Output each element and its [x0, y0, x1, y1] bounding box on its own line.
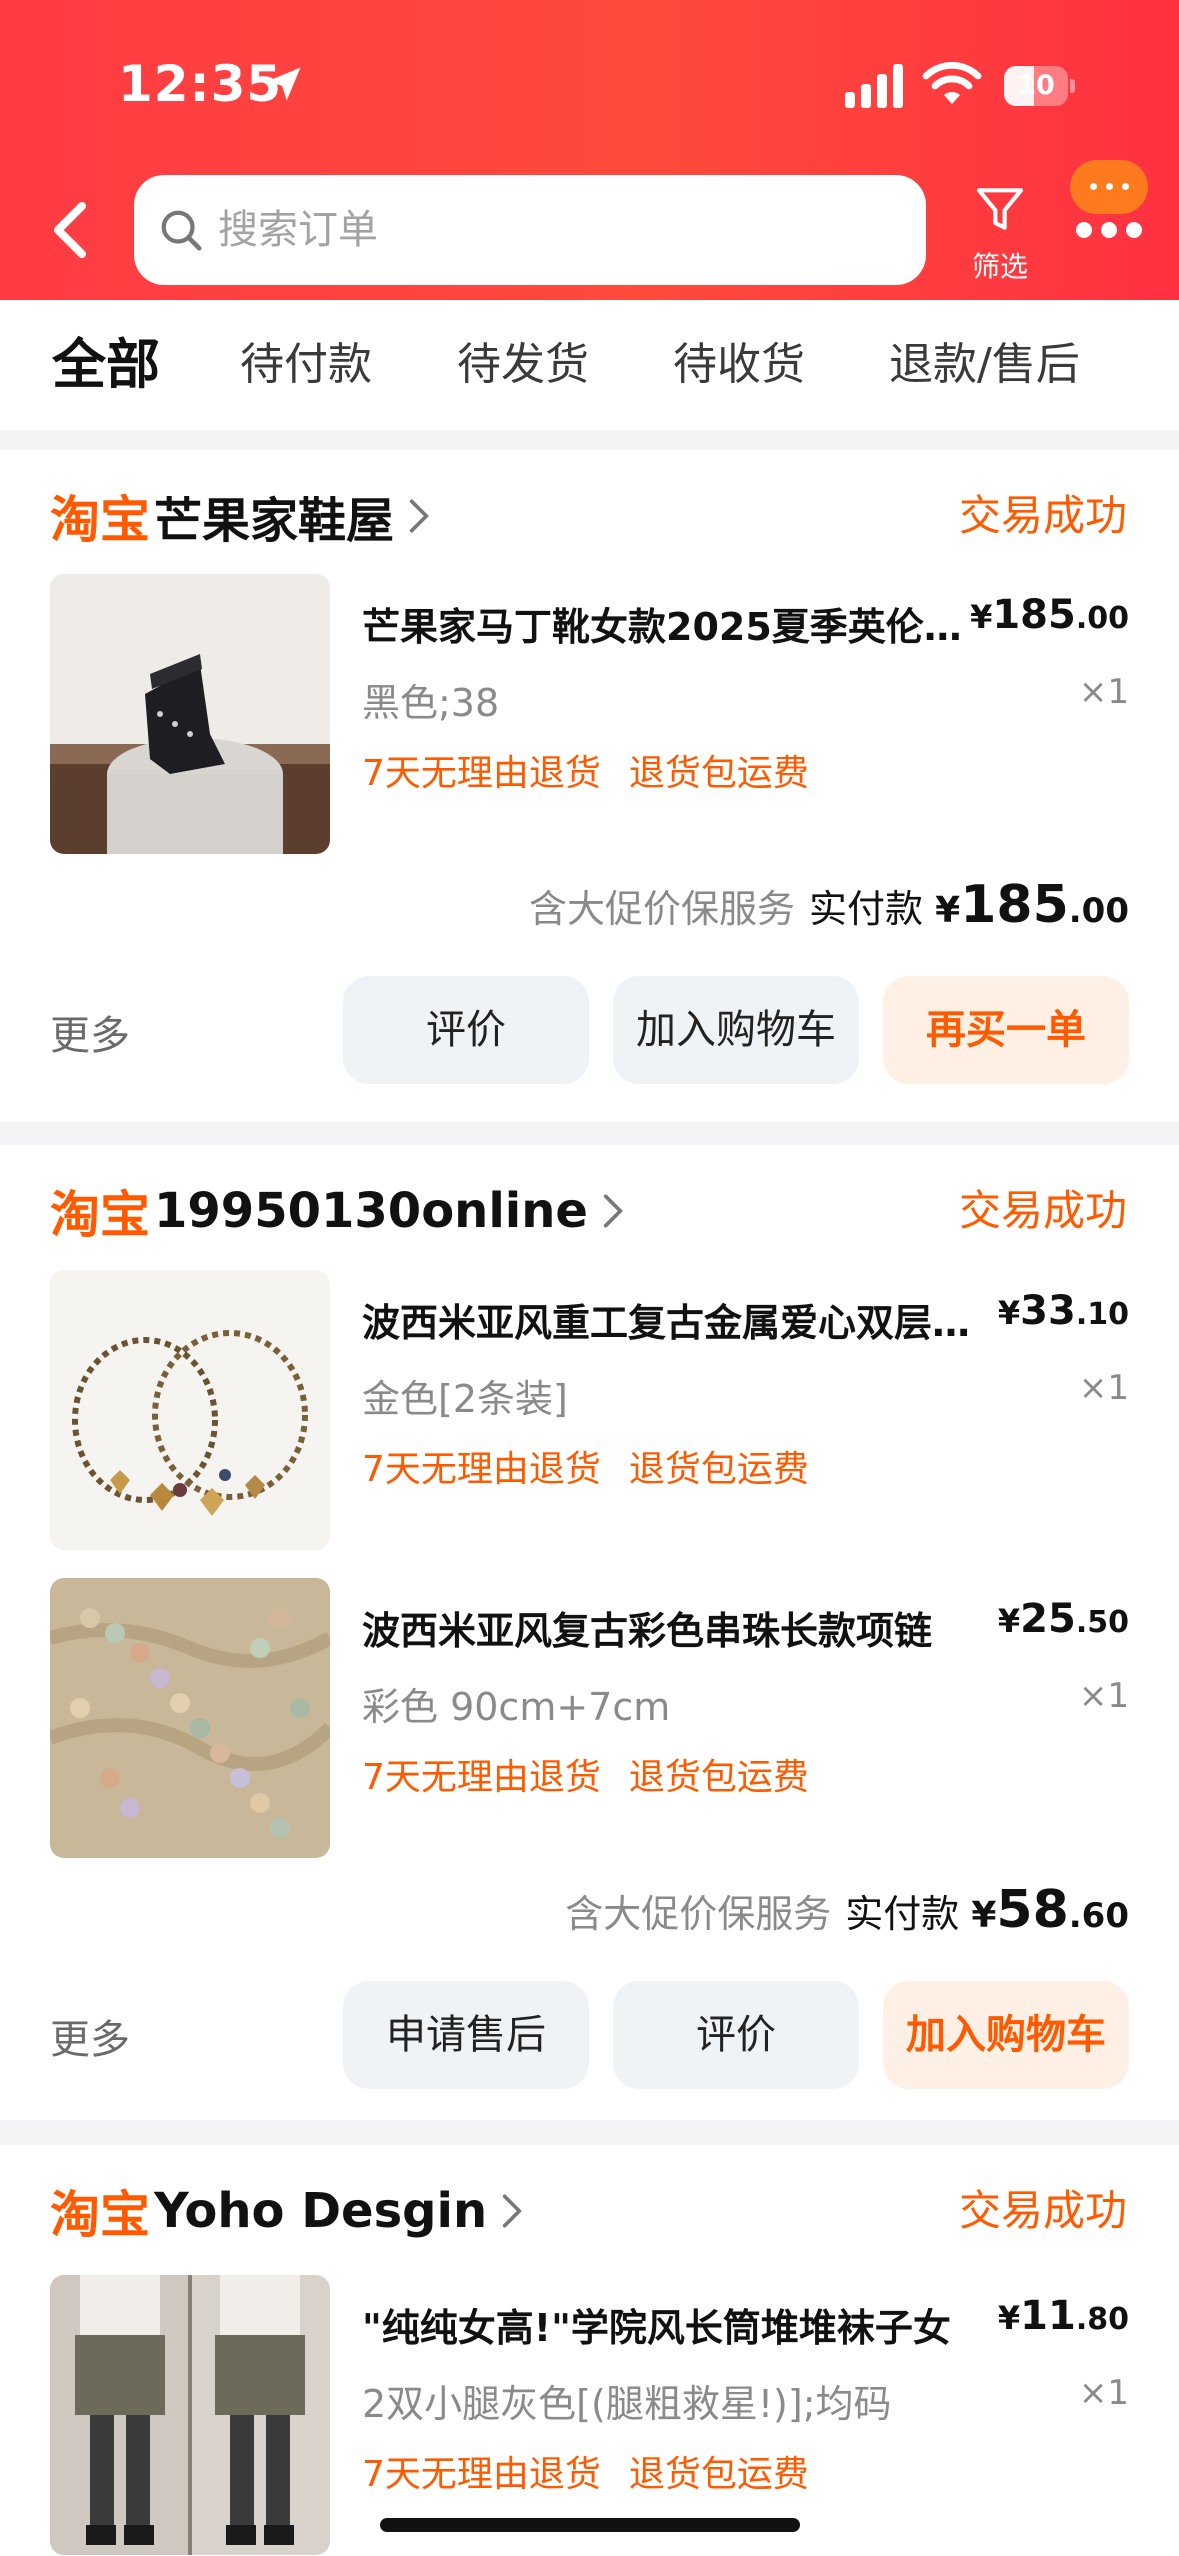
search-box[interactable]: 搜索订单 [134, 175, 926, 285]
taobao-logo: 淘宝 [50, 2186, 150, 2244]
order-item[interactable]: 波西米亚风重工复古金属爱心双层项链 ¥33.10 金色[2条装] ×1 7天无理… [0, 1270, 1179, 1555]
chevron-right-icon [409, 499, 429, 533]
cellular-signal-icon [845, 64, 903, 108]
shop-header[interactable]: 淘宝19950130online [50, 1175, 624, 1245]
tab-all[interactable]: 全部 [52, 300, 160, 430]
chevron-right-icon [603, 1194, 623, 1228]
order-card: 淘宝芒果家鞋屋 交易成功 芒果家马丁靴女款2025夏季英伦风复古 ¥185.00… [0, 450, 1179, 1122]
product-price: ¥185.00 [970, 592, 1129, 638]
wifi-icon [922, 61, 982, 104]
shop-header[interactable]: 淘宝Yoho Desgin [50, 2175, 523, 2245]
paid-label: 实付款 [809, 887, 924, 931]
product-price: ¥33.10 [997, 1288, 1129, 1334]
product-quantity: ×1 [1078, 672, 1129, 712]
product-quantity: ×1 [1078, 1368, 1129, 1408]
battery-level: 10 [1017, 70, 1055, 101]
shop-name: 19950130online [154, 1183, 588, 1239]
filter-button[interactable]: 筛选 [960, 175, 1040, 285]
product-spec: 2双小腿灰色[(腿粗救星!)];均码 [362, 2382, 892, 2426]
order-card: 淘宝19950130online 交易成功 波西米亚风重工复古金属爱心双层项链 … [0, 1145, 1179, 2120]
order-item[interactable]: "纯纯女高!"学院风长筒堆堆袜子女 ¥11.80 2双小腿灰色[(腿粗救星!)]… [0, 2275, 1179, 2556]
return-policy-tag: 7天无理由退货 [362, 2454, 601, 2495]
funnel-icon [976, 188, 1024, 230]
product-spec: 金色[2条装] [362, 1377, 568, 1421]
back-arrow-icon[interactable] [48, 200, 92, 260]
product-price: ¥25.50 [997, 1596, 1129, 1642]
product-quantity: ×1 [1078, 1676, 1129, 1716]
home-indicator[interactable] [380, 2518, 800, 2532]
order-item[interactable]: 波西米亚风复古彩色串珠长款项链 ¥25.50 彩色 90cm+7cm ×1 7天… [0, 1578, 1179, 1863]
service-tags: 7天无理由退货 退货包运费 [362, 744, 837, 796]
paid-amount: ¥185.00 [935, 875, 1129, 935]
free-return-shipping-tag: 退货包运费 [628, 1757, 809, 1798]
request-aftersale-button[interactable]: 申请售后 [343, 1981, 589, 2089]
product-thumbnail[interactable] [50, 1578, 330, 1858]
search-icon [161, 210, 202, 251]
product-quantity: ×1 [1078, 2373, 1129, 2413]
paid-label: 实付款 [845, 1892, 960, 1936]
order-card: 淘宝Yoho Desgin 交易成功 "纯纯女高!"学院风长筒堆堆袜子女 ¥11… [0, 2145, 1179, 2556]
tab-pending-shipment[interactable]: 待发货 [457, 300, 589, 430]
shop-name: 芒果家鞋屋 [154, 493, 395, 549]
product-title: 波西米亚风重工复古金属爱心双层项链 [362, 1301, 972, 1345]
paid-amount: ¥58.60 [971, 1880, 1129, 1940]
price-protection-label: 含大促价保服务 [529, 887, 796, 931]
more-menu-button[interactable] [1062, 160, 1152, 250]
return-policy-tag: 7天无理由退货 [362, 1449, 601, 1490]
status-time: 12:35 [118, 55, 283, 113]
order-total: 含大促价保服务 实付款 ¥58.60 [565, 1880, 1129, 1940]
buy-again-button[interactable]: 再买一单 [883, 976, 1129, 1084]
product-thumbnail[interactable] [50, 1270, 330, 1550]
order-tabs: 全部 待付款 待发货 待收货 退款/售后 [0, 300, 1179, 430]
free-return-shipping-tag: 退货包运费 [628, 2454, 809, 2495]
add-to-cart-button[interactable]: 加入购物车 [613, 976, 859, 1084]
product-price: ¥11.80 [997, 2293, 1129, 2339]
location-arrow-icon [267, 67, 301, 101]
product-thumbnail[interactable] [50, 2275, 330, 2555]
order-total: 含大促价保服务 实付款 ¥185.00 [529, 875, 1129, 935]
order-status: 交易成功 [958, 2186, 1127, 2235]
return-policy-tag: 7天无理由退货 [362, 1757, 601, 1798]
taobao-logo: 淘宝 [50, 491, 150, 549]
order-status: 交易成功 [958, 1186, 1127, 1235]
product-spec: 黑色;38 [362, 681, 500, 725]
add-to-cart-button[interactable]: 加入购物车 [883, 1981, 1129, 2089]
product-title: 波西米亚风复古彩色串珠长款项链 [362, 1609, 933, 1653]
more-dots-icon [1076, 222, 1142, 240]
product-title: 芒果家马丁靴女款2025夏季英伦风复古 [362, 605, 972, 649]
product-title: "纯纯女高!"学院风长筒堆堆袜子女 [362, 2306, 951, 2350]
review-button[interactable]: 评价 [613, 1981, 859, 2089]
product-thumbnail[interactable] [50, 574, 330, 854]
order-item[interactable]: 芒果家马丁靴女款2025夏季英伦风复古 ¥185.00 黑色;38 ×1 7天无… [0, 574, 1179, 859]
product-spec: 彩色 90cm+7cm [362, 1685, 671, 1729]
service-tags: 7天无理由退货 退货包运费 [362, 1748, 837, 1800]
service-tags: 7天无理由退货 退货包运费 [362, 1440, 837, 1492]
more-link[interactable]: 更多 [50, 2007, 130, 2065]
free-return-shipping-tag: 退货包运费 [628, 753, 809, 794]
chevron-right-icon [502, 2194, 523, 2228]
battery-icon: 10 [1004, 64, 1076, 108]
status-bar: 12:35 10 [0, 0, 1179, 170]
tab-pending-payment[interactable]: 待付款 [240, 300, 372, 430]
shop-header[interactable]: 淘宝芒果家鞋屋 [50, 480, 430, 550]
review-button[interactable]: 评价 [343, 976, 589, 1084]
service-tags: 7天无理由退货 退货包运费 [362, 2445, 837, 2497]
filter-label: 筛选 [971, 250, 1028, 283]
message-bubble-icon [1070, 160, 1148, 214]
return-policy-tag: 7天无理由退货 [362, 753, 601, 794]
search-input[interactable]: 搜索订单 [218, 175, 378, 285]
order-status: 交易成功 [958, 491, 1127, 540]
free-return-shipping-tag: 退货包运费 [628, 1449, 809, 1490]
more-link[interactable]: 更多 [50, 1003, 130, 1061]
price-protection-label: 含大促价保服务 [565, 1892, 832, 1936]
shop-name: Yoho Desgin [154, 2183, 488, 2239]
header: 12:35 10 搜索订单 筛选 [0, 0, 1179, 300]
taobao-logo: 淘宝 [50, 1186, 150, 1244]
tab-refund-aftersale[interactable]: 退款/售后 [889, 300, 1080, 430]
tab-pending-receipt[interactable]: 待收货 [673, 300, 805, 430]
